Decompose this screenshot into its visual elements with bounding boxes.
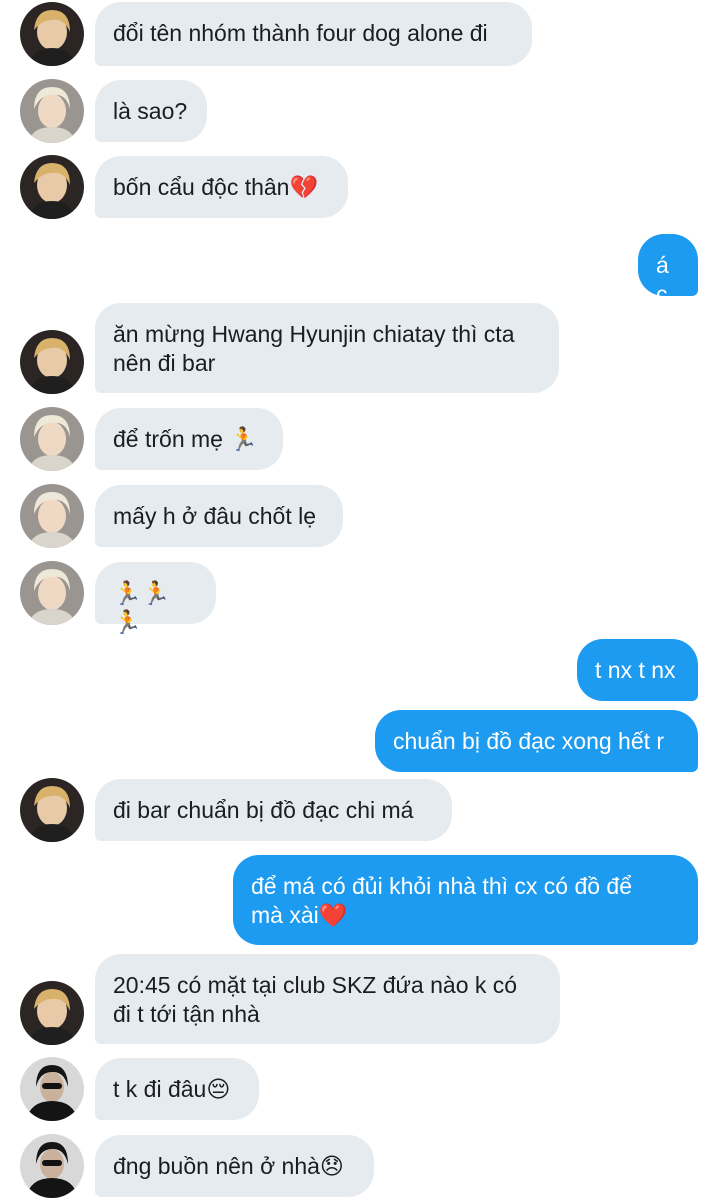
avatar-blonde[interactable]: [20, 2, 84, 66]
message-bubble[interactable]: t k đi đâu😔: [95, 1058, 259, 1120]
message-bubble[interactable]: đi bar chuẩn bị đồ đạc chi má: [95, 779, 452, 841]
message-bubble[interactable]: chuẩn bị đồ đạc xong hết r: [375, 710, 698, 772]
message-bubble[interactable]: bốn cẩu độc thân💔: [95, 156, 348, 218]
message-row: mấy h ở đâu chốt lẹ: [0, 484, 720, 548]
message-row: 20:45 có mặt tại club SKZ đứa nào k có đ…: [0, 954, 720, 1045]
message-bubble[interactable]: để má có đủi khỏi nhà thì cx có đồ để mà…: [233, 855, 698, 945]
message-bubble[interactable]: mấy h ở đâu chốt lẹ: [95, 485, 343, 547]
message-row: đng buồn nên ở nhà😞: [0, 1134, 720, 1198]
message-bubble[interactable]: ăn mừng Hwang Hyunjin chiatay thì cta nê…: [95, 303, 559, 393]
message-row: 🏃🏃🏃: [0, 561, 720, 635]
message-bubble[interactable]: 20:45 có mặt tại club SKZ đứa nào k có đ…: [95, 954, 560, 1044]
avatar-blonde[interactable]: [20, 330, 84, 394]
message-bubble[interactable]: 🏃🏃🏃: [95, 562, 216, 635]
avatar-blonde[interactable]: [20, 778, 84, 842]
avatar-platinum[interactable]: [20, 484, 84, 548]
message-row: ác: [0, 234, 720, 307]
message-bubble[interactable]: là sao?: [95, 80, 207, 142]
message-bubble[interactable]: đng buồn nên ở nhà😞: [95, 1135, 374, 1197]
avatar-platinum[interactable]: [20, 407, 84, 471]
message-row: t nx t nx: [0, 639, 720, 701]
message-row: đi bar chuẩn bị đồ đạc chi má: [0, 778, 720, 842]
avatar-platinum[interactable]: [20, 561, 84, 625]
message-row: để trốn mẹ 🏃: [0, 407, 720, 471]
message-bubble[interactable]: t nx t nx: [577, 639, 698, 701]
message-row: t k đi đâu😔: [0, 1057, 720, 1121]
avatar-platinum[interactable]: [20, 79, 84, 143]
message-bubble[interactable]: ác: [638, 234, 698, 307]
avatar-dark[interactable]: [20, 1057, 84, 1121]
message-row: chuẩn bị đồ đạc xong hết r: [0, 710, 720, 772]
avatar-blonde[interactable]: [20, 155, 84, 219]
message-bubble[interactable]: đổi tên nhóm thành four dog alone đi: [95, 2, 532, 66]
message-row: là sao?: [0, 79, 720, 143]
message-row: ăn mừng Hwang Hyunjin chiatay thì cta nê…: [0, 303, 720, 394]
message-bubble[interactable]: để trốn mẹ 🏃: [95, 408, 283, 470]
chat-thread: đổi tên nhóm thành four dog alone đi là …: [0, 0, 720, 1199]
avatar-blonde[interactable]: [20, 981, 84, 1045]
avatar-dark[interactable]: [20, 1134, 84, 1198]
message-row: bốn cẩu độc thân💔: [0, 155, 720, 219]
message-row: để má có đủi khỏi nhà thì cx có đồ để mà…: [0, 855, 720, 945]
message-row: đổi tên nhóm thành four dog alone đi: [0, 2, 720, 66]
